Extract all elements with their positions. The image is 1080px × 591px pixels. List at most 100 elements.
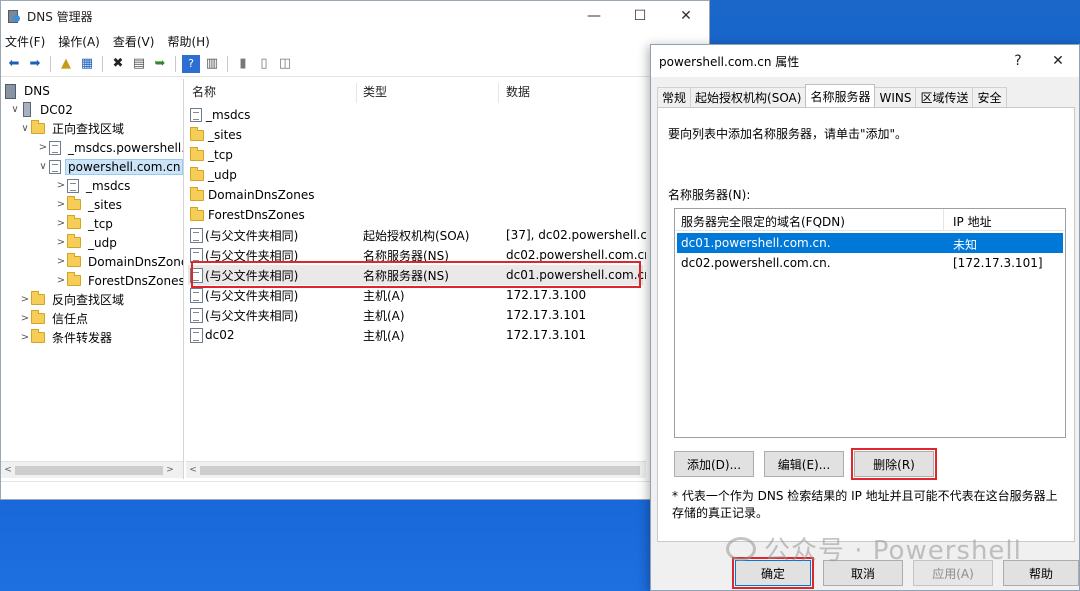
tab-security[interactable]: 安全	[972, 87, 1007, 107]
tree-item-domaindnszones[interactable]: > DomainDnsZone	[55, 252, 183, 271]
list-item[interactable]: _tcp	[188, 145, 643, 165]
list-item[interactable]: ForestDnsZones	[188, 205, 643, 225]
show-hide-tree-icon[interactable]: ▦	[78, 55, 96, 73]
expand-icon[interactable]: >	[19, 313, 31, 324]
column-divider[interactable]	[498, 83, 499, 103]
tree-item-forestdnszones[interactable]: > ForestDnsZones	[55, 271, 183, 290]
expand-icon[interactable]: >	[19, 332, 31, 343]
menu-file[interactable]: 文件(F)	[5, 33, 45, 50]
record-list-pane[interactable]: 名称 类型 数据 _msdcs _sites _tcp _udp DomainD…	[186, 79, 646, 479]
tree-item-msdcs[interactable]: > _msdcs	[55, 176, 133, 195]
menu-view[interactable]: 查看(V)	[113, 33, 155, 50]
record-data: 172.17.3.101	[506, 308, 587, 322]
expand-icon[interactable]: >	[55, 218, 67, 229]
expand-icon[interactable]: >	[55, 199, 67, 210]
expand-icon[interactable]: >	[37, 142, 49, 153]
tree-item-tcp[interactable]: > _tcp	[55, 214, 116, 233]
server-icon[interactable]: ▮	[234, 55, 252, 73]
zone-icon	[190, 108, 202, 122]
column-header-name[interactable]: 名称	[192, 83, 216, 100]
table-row[interactable]: (与父文件夹相同) 起始授权机构(SOA) [37], dc02.powersh…	[188, 225, 646, 245]
apply-button[interactable]: 应用(A)	[913, 560, 993, 586]
expand-icon[interactable]: ∨	[9, 104, 21, 115]
column-header-type[interactable]: 类型	[363, 83, 387, 100]
table-row[interactable]: (与父文件夹相同) 名称服务器(NS) dc02.powershell.com.…	[188, 245, 646, 265]
scrollbar-thumb[interactable]	[200, 465, 640, 475]
up-folder-icon[interactable]: ▲	[57, 55, 75, 73]
close-button[interactable]: ✕	[663, 1, 709, 31]
minimize-button[interactable]: —	[571, 1, 617, 31]
tree-item-conditional-forwarders[interactable]: > 条件转发器	[19, 328, 115, 347]
table-row-highlighted[interactable]: (与父文件夹相同) 名称服务器(NS) dc01.powershell.com.…	[188, 265, 646, 285]
back-arrow-icon[interactable]: ⬅	[5, 55, 23, 73]
cancel-button[interactable]: 取消	[823, 560, 903, 586]
expand-icon[interactable]: >	[55, 180, 67, 191]
tree-item-sites[interactable]: > _sites	[55, 195, 125, 214]
tree-horizontal-scrollbar[interactable]: < >	[1, 461, 183, 478]
remove-button[interactable]: 删除(R)	[854, 451, 934, 477]
list-item[interactable]: _msdcs	[188, 105, 643, 125]
help-icon[interactable]: ?	[182, 54, 200, 73]
expand-icon[interactable]: >	[55, 237, 67, 248]
toolbar-separator	[227, 55, 228, 72]
tab-name-servers[interactable]: 名称服务器	[805, 84, 876, 107]
collapse-icon[interactable]: ∨	[37, 161, 49, 172]
column-divider[interactable]	[356, 83, 357, 103]
ns-row-selected[interactable]: dc01.powershell.com.cn. 未知	[677, 233, 1063, 253]
folder-icon	[31, 310, 45, 324]
column-header-fqdn[interactable]: 服务器完全限定的域名(FQDN)	[681, 213, 845, 230]
scroll-left-icon[interactable]: <	[1, 465, 15, 475]
list-item[interactable]: _sites	[188, 125, 643, 145]
expand-icon[interactable]: >	[19, 294, 31, 305]
scrollbar-thumb[interactable]	[15, 465, 163, 475]
table-row[interactable]: dc02 主机(A) 172.17.3.101	[188, 325, 643, 345]
tree-item-trust-points[interactable]: > 信任点	[19, 309, 91, 328]
tree-item-dc02[interactable]: ∨ DC02	[9, 100, 76, 119]
scroll-right-icon[interactable]: >	[163, 465, 177, 475]
window-controls: — ☐ ✕	[571, 1, 709, 31]
scroll-left-icon[interactable]: <	[186, 465, 200, 475]
column-header-ip[interactable]: IP 地址	[953, 213, 992, 230]
table-row[interactable]: (与父文件夹相同) 主机(A) 172.17.3.100	[188, 285, 643, 305]
tree-item-powershell-zone[interactable]: ∨ powershell.com.cn	[37, 157, 183, 176]
tree-item-dns[interactable]: DNS	[3, 81, 53, 100]
tree-item-label: 正向查找区域	[52, 122, 125, 136]
tree-item-msdcs-zone[interactable]: > _msdcs.powershell.	[37, 138, 183, 157]
tab-wins[interactable]: WINS	[874, 87, 917, 107]
export-list-icon[interactable]: ➥	[151, 55, 169, 73]
tab-general[interactable]: 常规	[657, 87, 692, 107]
action-pane-icon[interactable]: ▥	[203, 55, 221, 73]
ok-button[interactable]: 确定	[735, 560, 811, 586]
delete-icon[interactable]: ✖	[109, 55, 127, 73]
help-button[interactable]: 帮助	[1003, 560, 1079, 586]
tab-soa[interactable]: 起始授权机构(SOA)	[690, 87, 807, 107]
tab-zone-transfers[interactable]: 区域传送	[915, 87, 974, 107]
zone-properties-dialog: powershell.com.cn 属性 ? ✕ 常规 起始授权机构(SOA) …	[650, 44, 1080, 591]
table-row[interactable]: (与父文件夹相同) 主机(A) 172.17.3.101	[188, 305, 643, 325]
name-servers-list[interactable]: 服务器完全限定的域名(FQDN) IP 地址 dc01.powershell.c…	[674, 208, 1066, 438]
help-icon[interactable]: ?	[999, 45, 1037, 77]
expand-icon[interactable]: ∨	[19, 123, 31, 134]
menu-action[interactable]: 操作(A)	[58, 33, 100, 50]
column-divider[interactable]	[943, 209, 944, 231]
list-item[interactable]: DomainDnsZones	[188, 185, 643, 205]
expand-icon[interactable]: >	[55, 256, 67, 267]
tree-pane[interactable]: DNS ∨ DC02 ∨ 正向查找区域 > _msdcs.powershell.…	[1, 79, 184, 479]
column-header-data[interactable]: 数据	[506, 83, 530, 100]
refresh-record-icon[interactable]: ◫	[276, 55, 294, 73]
tree-item-forward-zones[interactable]: ∨ 正向查找区域	[19, 119, 127, 138]
list-horizontal-scrollbar[interactable]: <	[186, 461, 646, 478]
tree-item-udp[interactable]: > _udp	[55, 233, 120, 252]
menu-help[interactable]: 帮助(H)	[167, 33, 209, 50]
add-button[interactable]: 添加(D)...	[674, 451, 754, 477]
list-item[interactable]: _udp	[188, 165, 643, 185]
close-button[interactable]: ✕	[1039, 45, 1077, 77]
properties-icon[interactable]: ▤	[130, 55, 148, 73]
tree-item-reverse-zones[interactable]: > 反向查找区域	[19, 290, 127, 309]
edit-button[interactable]: 编辑(E)...	[764, 451, 844, 477]
maximize-button[interactable]: ☐	[617, 1, 663, 31]
ns-row[interactable]: dc02.powershell.com.cn. [172.17.3.101]	[677, 253, 1063, 273]
expand-icon[interactable]: >	[55, 275, 67, 286]
forward-arrow-icon[interactable]: ➡	[26, 55, 44, 73]
record-icon[interactable]: ▯	[255, 55, 273, 73]
